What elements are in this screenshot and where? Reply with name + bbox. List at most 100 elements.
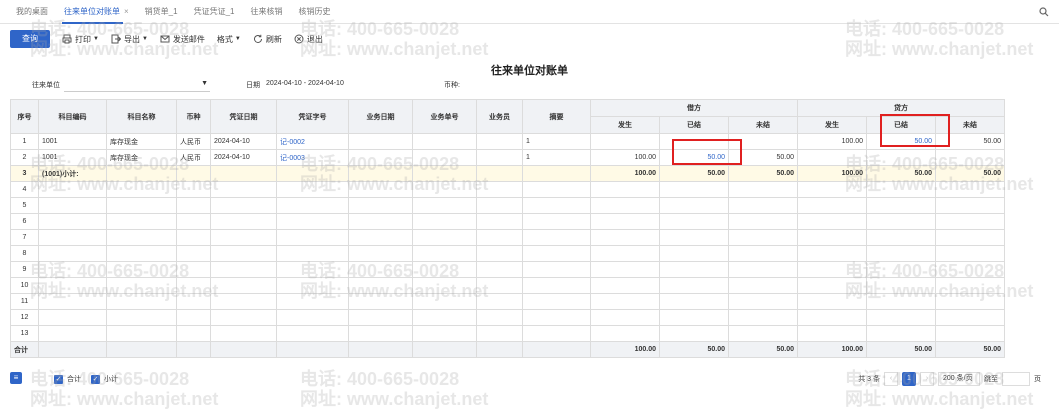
cell-empty xyxy=(176,325,211,342)
cell-empty xyxy=(476,197,523,214)
tab-2[interactable]: 销货单_1 xyxy=(137,1,186,23)
header-currency[interactable]: 币种 xyxy=(176,99,211,134)
header-biz-no[interactable]: 业务单号 xyxy=(412,99,477,134)
cell-empty xyxy=(659,181,729,198)
table-row[interactable]: 8 xyxy=(10,245,1005,262)
search-icon[interactable] xyxy=(1039,7,1049,17)
page-size-select[interactable]: 200 条/页 xyxy=(938,372,980,386)
cell-empty xyxy=(866,261,936,278)
header-salesman[interactable]: 业务员 xyxy=(476,99,523,134)
format-button[interactable]: 格式 ▼ xyxy=(217,34,241,45)
table-row[interactable]: 4 xyxy=(10,181,1005,198)
cell-biz-no xyxy=(412,149,477,166)
cell-empty xyxy=(106,261,177,278)
cell-seq: 12 xyxy=(10,309,39,326)
cell-total-d-occur: 100.00 xyxy=(590,341,660,358)
table-row[interactable]: 5 xyxy=(10,197,1005,214)
header-debit-unsettled[interactable]: 未结 xyxy=(728,116,798,134)
cell-empty xyxy=(412,229,477,246)
unit-select[interactable]: ▼ xyxy=(64,80,210,92)
tab-4[interactable]: 往来核销 xyxy=(242,1,290,23)
close-icon[interactable]: × xyxy=(124,7,129,16)
cell-empty xyxy=(412,341,477,358)
cell-empty xyxy=(590,309,660,326)
header-voucher-no[interactable]: 凭证字号 xyxy=(276,99,349,134)
tab-1[interactable]: 往来单位对账单 × xyxy=(56,1,137,24)
cell-seq: 4 xyxy=(10,181,39,198)
refresh-button[interactable]: 刷新 xyxy=(253,34,282,45)
cell-empty xyxy=(106,245,177,262)
table-row[interactable]: 2 1001 库存现金 人民币 2024-04-10 记-0003 1 100.00 50.00… xyxy=(10,149,1005,166)
watermark: 电话: 400-665-0028 网址: www.chanjet.net xyxy=(845,19,1034,59)
cell-empty xyxy=(476,261,523,278)
email-icon xyxy=(160,35,170,43)
subtotal-checkbox[interactable]: ✓ 小计 xyxy=(91,374,118,384)
send-email-button[interactable]: 发送邮件 xyxy=(160,34,205,45)
cell-empty xyxy=(276,245,349,262)
header-summary[interactable]: 摘要 xyxy=(522,99,591,134)
print-button[interactable]: 打印 ▼ xyxy=(62,34,99,45)
cell-empty xyxy=(476,229,523,246)
table-row[interactable]: 12 xyxy=(10,309,1005,326)
cell-empty xyxy=(797,293,867,310)
cell-empty xyxy=(276,229,349,246)
record-count: 共 3 条 xyxy=(858,376,880,383)
table-row[interactable]: 7 xyxy=(10,229,1005,246)
prev-page-button[interactable]: ‹ xyxy=(884,372,898,386)
table-row[interactable]: 11 xyxy=(10,293,1005,310)
cell-empty xyxy=(276,181,349,198)
header-voucher-date[interactable]: 凭证日期 xyxy=(210,99,277,134)
table-row[interactable]: 1 1001 库存现金 人民币 2024-04-10 记-0002 1 100.00 50.00… xyxy=(10,133,1005,150)
cell-seq: 9 xyxy=(10,261,39,278)
date-range-field[interactable]: 2024-04-10 - 2024-04-10 xyxy=(266,80,344,87)
header-subject-name[interactable]: 科目名称 xyxy=(106,99,177,134)
tab-5[interactable]: 核销历史 xyxy=(290,1,338,23)
next-page-button[interactable]: › xyxy=(920,372,934,386)
cell-empty xyxy=(276,261,349,278)
cell-empty xyxy=(412,197,477,214)
cell-empty xyxy=(176,229,211,246)
cell-empty xyxy=(476,341,523,358)
export-icon xyxy=(111,34,121,44)
cell-empty xyxy=(348,277,413,294)
table-row[interactable]: 13 xyxy=(10,325,1005,342)
cell-empty xyxy=(106,309,177,326)
cell-empty xyxy=(797,261,867,278)
exit-button[interactable]: 退出 xyxy=(294,34,323,45)
cell-empty xyxy=(659,293,729,310)
total-checkbox[interactable]: ✓ 合计 xyxy=(54,374,81,384)
cell-debit-unsettled: 50.00 xyxy=(728,165,798,182)
cell-empty xyxy=(106,229,177,246)
tab-0[interactable]: 我的桌面 xyxy=(8,1,56,23)
table-row[interactable]: 9 xyxy=(10,261,1005,278)
table-row[interactable]: 10 xyxy=(10,277,1005,294)
header-debit-occur[interactable]: 发生 xyxy=(590,116,660,134)
cell-seq: 3 xyxy=(10,165,39,182)
cell-empty xyxy=(38,213,107,230)
header-biz-date[interactable]: 业务日期 xyxy=(348,99,413,134)
export-button[interactable]: 导出 ▼ xyxy=(111,34,148,45)
cell-empty xyxy=(935,309,1005,326)
toolbar: 查询 打印 ▼ 导出 ▼ 发送邮件 格式 ▼ 刷新 退出 xyxy=(0,28,323,50)
cell-empty xyxy=(659,309,729,326)
cell-total-d-settled: 50.00 xyxy=(659,341,729,358)
menu-icon[interactable]: ≡ xyxy=(10,372,22,384)
header-seq[interactable]: 序号 xyxy=(10,99,39,134)
table-row[interactable]: 6 xyxy=(10,213,1005,230)
current-page-button[interactable]: 1 xyxy=(902,372,916,386)
header-credit-occur[interactable]: 发生 xyxy=(797,116,867,134)
header-debit-settled[interactable]: 已结 xyxy=(659,116,729,134)
tab-label: 往来单位对账单 xyxy=(64,7,120,16)
cell-empty xyxy=(38,341,107,358)
cell-empty xyxy=(728,245,798,262)
cell-empty xyxy=(210,213,277,230)
goto-page-input[interactable] xyxy=(1002,372,1030,386)
cell-empty xyxy=(522,245,591,262)
query-button[interactable]: 查询 xyxy=(10,30,50,48)
header-subject-code[interactable]: 科目编码 xyxy=(38,99,107,134)
cell-empty xyxy=(659,261,729,278)
cell-empty xyxy=(797,245,867,262)
tab-3[interactable]: 凭证凭证_1 xyxy=(186,1,243,23)
subtotal-row[interactable]: 3 (1001)小计: 100.00 50.00 50.00 100.00 50.00 50.… xyxy=(10,165,1005,182)
cell-seq: 5 xyxy=(10,197,39,214)
